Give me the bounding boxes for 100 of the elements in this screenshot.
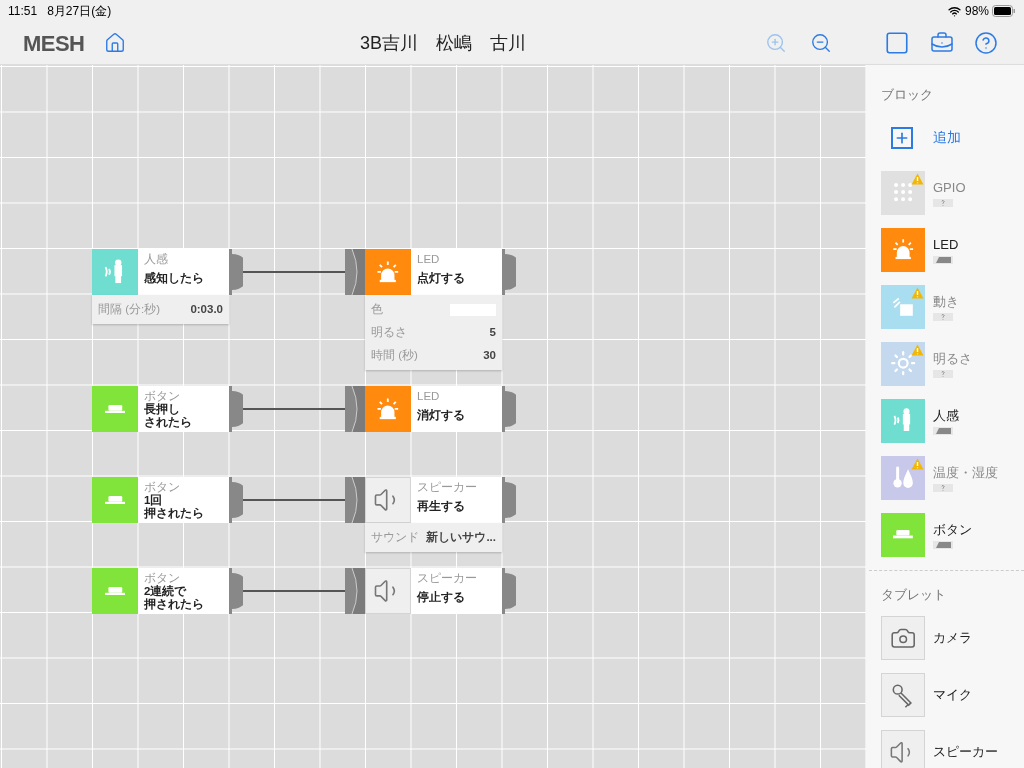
panel-button[interactable] xyxy=(884,30,910,56)
battery-icon xyxy=(992,5,1016,17)
parameter-label: 明るさ xyxy=(371,324,407,340)
plus-box-icon xyxy=(891,126,913,149)
unknown-battery-icon xyxy=(933,370,953,379)
block-list-item[interactable]: 動き xyxy=(881,284,1024,329)
block-name: 温度・湿度 xyxy=(933,463,998,482)
action-block[interactable]: スピーカー 停止する xyxy=(365,568,502,614)
block-type: 人感 xyxy=(144,252,169,266)
output-connector xyxy=(502,249,516,295)
button-device-icon xyxy=(104,404,126,414)
tablet-list-item[interactable]: マイク xyxy=(881,673,1024,717)
block-action: 長押し xyxy=(144,403,181,416)
block-action: 点灯する xyxy=(417,272,465,285)
block-action: 消灯する xyxy=(417,409,465,422)
block-name: マイク xyxy=(933,686,972,705)
input-connector xyxy=(345,568,365,614)
battery-percent: 98% xyxy=(964,3,989,20)
warning-icon xyxy=(911,286,924,299)
status-date: 8月27日(金) xyxy=(47,3,112,20)
block-action: 再生する xyxy=(417,500,466,513)
output-connector xyxy=(502,568,516,614)
parameter-label: 時間 (秒) xyxy=(371,347,418,363)
block-type: スピーカー xyxy=(417,571,477,585)
block-type: ボタン xyxy=(144,389,181,403)
block-name: スピーカー xyxy=(933,743,998,762)
parameter-value[interactable]: 30 xyxy=(483,346,496,365)
block-type: スピーカー xyxy=(417,480,477,494)
action-block[interactable]: LED 消灯する xyxy=(365,386,502,432)
output-connector xyxy=(229,568,243,614)
block-list-item[interactable]: LED xyxy=(881,227,1024,272)
unknown-battery-icon xyxy=(933,313,953,322)
parameter-value[interactable]: 5 xyxy=(489,323,496,342)
home-button[interactable] xyxy=(104,32,127,54)
battery-icon xyxy=(933,256,953,265)
block-name: カメラ xyxy=(933,629,972,648)
wifi-icon xyxy=(947,4,961,18)
action-block[interactable]: スピーカー 再生する xyxy=(365,477,502,523)
battery-icon xyxy=(933,427,953,436)
block-action: 押されたら xyxy=(144,507,204,520)
block-type: LED xyxy=(417,252,441,266)
block-list-item[interactable]: 明るさ xyxy=(881,341,1024,386)
parameter-label: 間隔 (分:秒) xyxy=(98,301,161,317)
block-action: 停止する xyxy=(417,591,466,604)
add-label: 追加 xyxy=(933,128,961,147)
add-block-button[interactable]: 追加 xyxy=(891,126,1024,149)
block-action: 1回 xyxy=(144,494,164,507)
help-button[interactable] xyxy=(974,31,998,55)
output-connector xyxy=(502,477,516,523)
button-device-icon xyxy=(893,530,913,539)
block-name: 動き xyxy=(933,292,959,311)
unknown-battery-icon xyxy=(933,199,953,208)
block-name: 人感 xyxy=(933,406,959,425)
output-connector xyxy=(229,249,243,295)
project-title: 3B吉川 松嶋 古川 xyxy=(360,31,527,55)
output-connector xyxy=(229,477,243,523)
parameter-value[interactable]: 新しいサウ... xyxy=(426,528,496,547)
block-list-item[interactable]: 人感 xyxy=(881,398,1024,443)
block-action: されたら xyxy=(144,416,192,429)
parameter-value[interactable]: 0:03.0 xyxy=(190,300,223,319)
block-name: 明るさ xyxy=(933,349,972,368)
section-heading: タブレット xyxy=(881,585,947,604)
block-action: 2連続で xyxy=(144,585,188,598)
block-type: ボタン xyxy=(144,480,181,494)
block-type: LED xyxy=(417,389,441,403)
toolbox-button[interactable] xyxy=(930,31,954,55)
section-heading: ブロック xyxy=(881,86,934,104)
sun-icon xyxy=(889,350,917,377)
trigger-block[interactable]: ボタン 長押し されたら xyxy=(92,386,229,432)
button-device-icon xyxy=(104,586,126,596)
block-action: 押されたら xyxy=(144,598,204,611)
status-time: 11:51 xyxy=(8,3,38,20)
battery-icon xyxy=(933,541,953,550)
parameter-label: 色 xyxy=(371,301,383,317)
warning-icon xyxy=(911,457,924,470)
app-logo: MESH xyxy=(23,29,85,58)
input-connector xyxy=(345,249,365,295)
parameter-label: サウンド xyxy=(371,529,419,545)
input-connector xyxy=(345,386,365,432)
block-type: ボタン xyxy=(144,571,181,585)
output-connector xyxy=(229,386,243,432)
action-block[interactable]: LED 点灯する xyxy=(365,249,502,295)
tablet-list-item[interactable]: スピーカー xyxy=(881,730,1024,768)
zoom-out-button[interactable] xyxy=(810,32,832,54)
warning-icon xyxy=(911,343,924,356)
block-name: ボタン xyxy=(933,520,972,539)
block-action: 感知したら xyxy=(144,272,204,285)
block-name: GPIO xyxy=(933,178,966,197)
button-device-icon xyxy=(104,495,126,505)
block-list-item[interactable]: 温度・湿度 xyxy=(881,455,1024,500)
trigger-block[interactable]: 人感 感知したら xyxy=(92,249,229,295)
output-connector xyxy=(502,386,516,432)
block-name: LED xyxy=(933,235,959,254)
block-list-item[interactable]: ボタン xyxy=(881,512,1024,557)
tablet-list-item[interactable]: カメラ xyxy=(881,616,1024,660)
trigger-block[interactable]: ボタン 2連続で 押されたら xyxy=(92,568,229,614)
input-connector xyxy=(345,477,365,523)
trigger-block[interactable]: ボタン 1回 押されたら xyxy=(92,477,229,523)
unknown-battery-icon xyxy=(933,484,953,493)
warning-icon xyxy=(911,172,924,185)
